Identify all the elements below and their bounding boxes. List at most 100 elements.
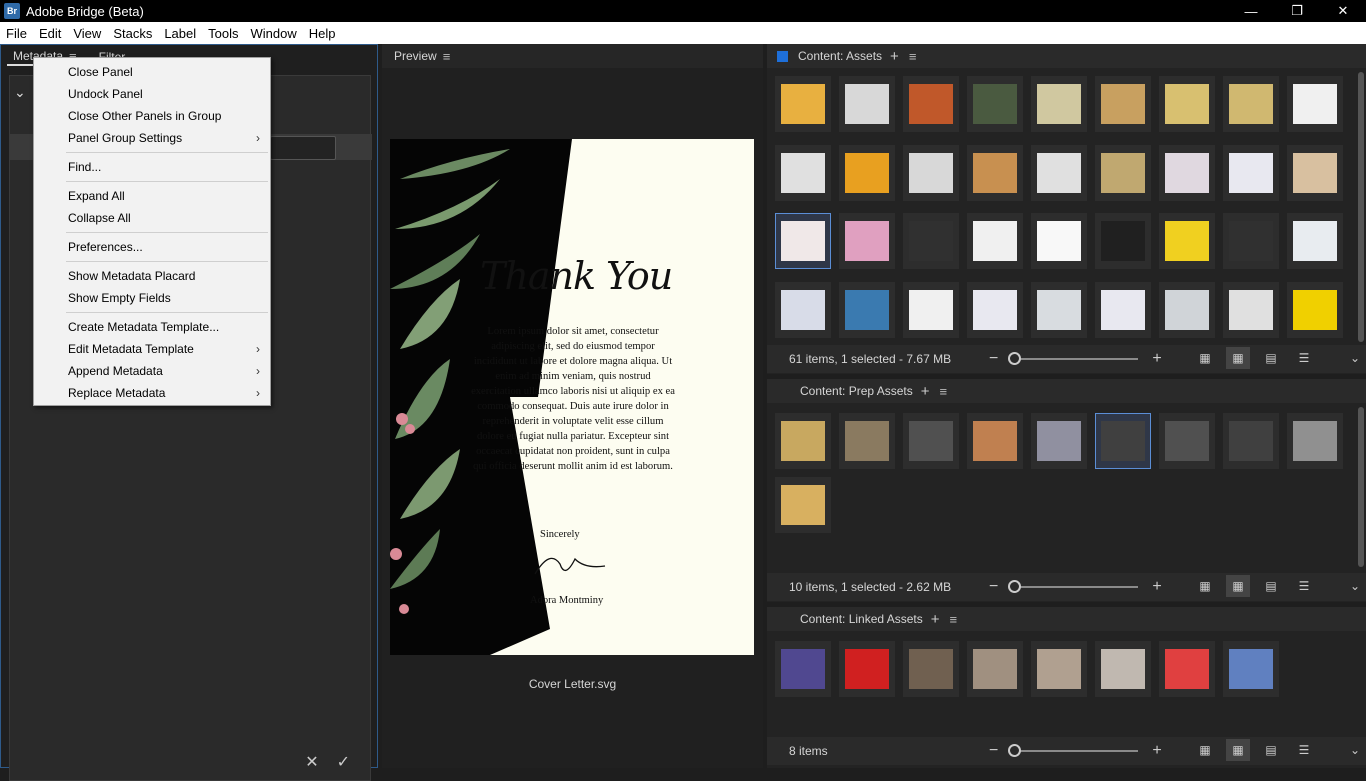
panel-menu-icon[interactable]: ≡: [950, 612, 958, 627]
asset-thumbnail[interactable]: [1095, 413, 1151, 469]
asset-thumbnail[interactable]: [1287, 413, 1343, 469]
asset-thumbnail[interactable]: [1031, 76, 1087, 132]
thumbnail-view-icon[interactable]: ▦: [1226, 347, 1250, 369]
scrollbar-assets[interactable]: [1358, 72, 1364, 342]
apply-icon[interactable]: ✓: [337, 752, 350, 772]
asset-thumbnail[interactable]: [775, 281, 831, 338]
thumbnail-size-slider[interactable]: [1008, 580, 1139, 593]
asset-thumbnail[interactable]: [839, 281, 895, 338]
preview-image[interactable]: Thank You Lorem ipsum dolor sit amet, co…: [390, 139, 754, 655]
content-linked-title[interactable]: Content: Linked Assets: [800, 612, 923, 626]
asset-thumbnail[interactable]: [903, 76, 959, 132]
context-menu-item[interactable]: Panel Group Settings ›: [34, 127, 270, 149]
asset-thumbnail[interactable]: [775, 144, 831, 201]
asset-thumbnail[interactable]: [1287, 76, 1343, 132]
zoom-in-icon[interactable]: +: [1152, 578, 1161, 596]
zoom-in-icon[interactable]: +: [1152, 350, 1161, 368]
thumbnail-size-slider[interactable]: [1008, 744, 1139, 757]
asset-thumbnail[interactable]: [967, 213, 1023, 269]
context-menu-item[interactable]: Show Empty Fields: [34, 287, 270, 309]
asset-thumbnail[interactable]: [903, 213, 959, 269]
asset-thumbnail[interactable]: [967, 413, 1023, 469]
list-view-icon[interactable]: ☰: [1292, 347, 1316, 369]
asset-thumbnail[interactable]: [967, 281, 1023, 338]
context-menu-item[interactable]: Close Panel: [34, 61, 270, 83]
asset-thumbnail[interactable]: [775, 413, 831, 469]
chevron-down-icon[interactable]: ⌄: [14, 84, 26, 101]
asset-thumbnail[interactable]: [1095, 213, 1151, 269]
asset-thumbnail[interactable]: [1159, 281, 1215, 338]
details-view-icon[interactable]: ▤: [1259, 347, 1283, 369]
asset-thumbnail[interactable]: [839, 213, 895, 269]
asset-thumbnail[interactable]: [839, 144, 895, 201]
asset-thumbnail[interactable]: [1095, 641, 1151, 697]
add-tab-icon[interactable]: +: [931, 611, 940, 628]
chevron-down-icon[interactable]: ⌄: [1350, 351, 1360, 365]
asset-thumbnail[interactable]: [1031, 281, 1087, 338]
context-menu-item[interactable]: Create Metadata Template...: [34, 316, 270, 338]
cancel-icon[interactable]: ✕: [305, 752, 318, 772]
asset-thumbnail[interactable]: [967, 144, 1023, 201]
menu-stacks[interactable]: Stacks: [107, 26, 158, 41]
asset-thumbnail[interactable]: [903, 281, 959, 338]
asset-thumbnail[interactable]: [1031, 213, 1087, 269]
grid-lock-icon[interactable]: ▦: [1193, 347, 1217, 369]
menu-file[interactable]: File: [0, 26, 33, 41]
menu-view[interactable]: View: [67, 26, 107, 41]
slider-knob[interactable]: [1008, 580, 1022, 593]
asset-thumbnail[interactable]: [839, 413, 895, 469]
asset-thumbnail[interactable]: [839, 641, 895, 697]
context-menu-item[interactable]: Find...: [34, 156, 270, 178]
context-menu-item[interactable]: Close Other Panels in Group: [34, 105, 270, 127]
context-menu-item[interactable]: Show Metadata Placard: [34, 265, 270, 287]
asset-thumbnail[interactable]: [1159, 641, 1215, 697]
asset-thumbnail[interactable]: [1159, 413, 1215, 469]
list-view-icon[interactable]: ☰: [1292, 575, 1316, 597]
menu-tools[interactable]: Tools: [202, 26, 244, 41]
asset-thumbnail[interactable]: [1095, 76, 1151, 132]
context-menu-item[interactable]: Append Metadata ›: [34, 360, 270, 382]
content-prep-title[interactable]: Content: Prep Assets: [800, 384, 913, 398]
restore-button[interactable]: ❐: [1274, 0, 1320, 22]
asset-thumbnail[interactable]: [1095, 281, 1151, 338]
zoom-in-icon[interactable]: +: [1152, 742, 1161, 760]
grid-lock-icon[interactable]: ▦: [1193, 739, 1217, 761]
asset-thumbnail[interactable]: [1287, 144, 1343, 201]
asset-thumbnail[interactable]: [1223, 144, 1279, 201]
details-view-icon[interactable]: ▤: [1259, 575, 1283, 597]
details-view-icon[interactable]: ▤: [1259, 739, 1283, 761]
context-menu-item[interactable]: Preferences...: [34, 236, 270, 258]
asset-thumbnail[interactable]: [1159, 76, 1215, 132]
minimize-button[interactable]: —: [1228, 0, 1274, 22]
thumbnail-view-icon[interactable]: ▦: [1226, 739, 1250, 761]
close-window-button[interactable]: ✕: [1320, 0, 1366, 22]
asset-thumbnail[interactable]: [775, 477, 831, 533]
metadata-field-input[interactable]: [270, 136, 336, 160]
asset-thumbnail[interactable]: [839, 76, 895, 132]
asset-thumbnail[interactable]: [903, 413, 959, 469]
asset-thumbnail[interactable]: [1223, 213, 1279, 269]
tab-preview[interactable]: Preview ≡: [388, 49, 456, 64]
slider-knob[interactable]: [1008, 744, 1022, 757]
asset-thumbnail[interactable]: [1095, 144, 1151, 201]
slider-knob[interactable]: [1008, 352, 1022, 365]
context-menu-item[interactable]: Collapse All: [34, 207, 270, 229]
context-menu-item[interactable]: Expand All: [34, 185, 270, 207]
asset-thumbnail[interactable]: [1031, 144, 1087, 201]
asset-thumbnail[interactable]: [967, 76, 1023, 132]
content-assets-title[interactable]: Content: Assets: [798, 49, 882, 63]
add-tab-icon[interactable]: +: [921, 383, 930, 400]
grid-lock-icon[interactable]: ▦: [1193, 575, 1217, 597]
asset-thumbnail[interactable]: [1223, 76, 1279, 132]
menu-help[interactable]: Help: [303, 26, 342, 41]
asset-thumbnail[interactable]: [1031, 413, 1087, 469]
zoom-out-icon[interactable]: −: [989, 578, 998, 596]
panel-menu-icon[interactable]: ≡: [940, 384, 948, 399]
menu-label[interactable]: Label: [158, 26, 202, 41]
menu-edit[interactable]: Edit: [33, 26, 67, 41]
asset-thumbnail[interactable]: [1159, 213, 1215, 269]
panel-menu-icon[interactable]: ≡: [909, 49, 917, 64]
asset-thumbnail[interactable]: [1223, 641, 1279, 697]
asset-thumbnail[interactable]: [775, 213, 831, 269]
asset-thumbnail[interactable]: [1287, 213, 1343, 269]
